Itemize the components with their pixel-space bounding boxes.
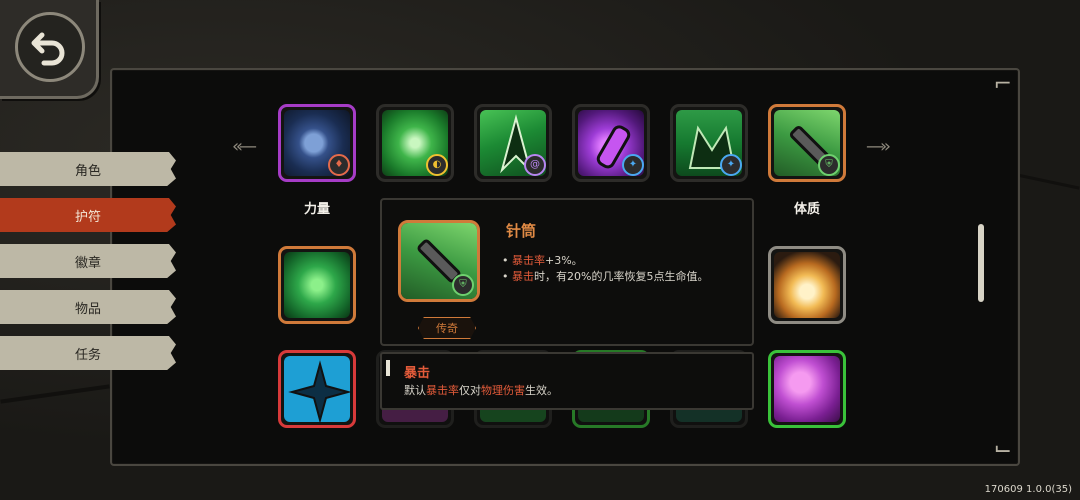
keyword-description: 默认暴击率仅对物理伤害生效。 [404, 382, 558, 398]
back-button[interactable] [0, 0, 99, 99]
amulet-slot-intellect[interactable]: @ [474, 104, 552, 182]
amulet-slot-perception[interactable]: ✦ [572, 104, 650, 182]
effect-line: • 暴击时，有20%的几率恢复5点生命值。 [502, 268, 708, 284]
tab-label: 徽章 [74, 255, 101, 271]
amulet-slot[interactable] [768, 246, 846, 324]
text: 默认 [404, 384, 426, 397]
syringe-icon: ⛨ [398, 220, 480, 302]
slot-label-strength: 力量 [303, 202, 330, 217]
amulet-slot[interactable] [278, 350, 356, 428]
sparkle-gem-icon: ✦ [720, 154, 742, 176]
keyword-title: 暴击 [404, 366, 431, 381]
purple-veins-icon [774, 356, 840, 422]
back-arrow-icon [15, 12, 85, 82]
amulet-tooltip: ⛨ 传奇 针筒 • 暴击率+3%。 • 暴击时，有20%的几率恢复5点生命值。 [380, 198, 754, 346]
tab-amulets[interactable]: 护符 [0, 198, 176, 232]
tab-items[interactable]: 物品 [0, 290, 176, 324]
amulet-slot-strength[interactable]: ♦ [278, 104, 356, 182]
tab-label: 角色 [74, 163, 101, 179]
keyword-crit[interactable]: 暴击 [512, 270, 534, 283]
moon-gem-icon: ◐ [426, 154, 448, 176]
shield-gem-icon: ⛨ [452, 274, 474, 296]
tab-label: 护符 [74, 209, 101, 225]
tab-label: 物品 [74, 301, 101, 317]
effect-text: +3%。 [545, 254, 583, 267]
amulet-slot-agility[interactable]: ◐ [376, 104, 454, 182]
text: 仅对 [459, 384, 481, 397]
swirl-gem-icon: @ [524, 154, 546, 176]
fire-gem-icon: ♦ [328, 154, 350, 176]
ornament-corner-icon: ⌐ [993, 72, 1012, 97]
double-chevron-left-icon[interactable]: «— [232, 136, 257, 157]
keyword-tooltip: 暴击 默认暴击率仅对物理伤害生效。 [380, 352, 754, 410]
effect-line: • 暴击率+3%。 [502, 252, 583, 268]
tab-badges[interactable]: 徽章 [0, 244, 176, 278]
tab-character[interactable]: 角色 [0, 152, 176, 186]
keyword-marker [386, 360, 390, 376]
keyword-physical-damage: 物理伤害 [481, 384, 525, 397]
effect-text: 时，有20%的几率恢复5点生命值。 [534, 270, 709, 283]
text: 生效。 [525, 384, 558, 397]
tab-label: 任务 [74, 347, 101, 363]
shield-gem-icon: ⛨ [818, 154, 840, 176]
version-label: 170609 1.0.0(35) [984, 484, 1072, 495]
keyword-crit-rate[interactable]: 暴击率 [512, 254, 545, 267]
scrollbar[interactable] [978, 224, 984, 302]
tab-quests[interactable]: 任务 [0, 336, 176, 370]
sparkle-gem-icon: ✦ [622, 154, 644, 176]
bullet: • [502, 270, 512, 283]
amulet-slot-constitution[interactable]: ⛨ [768, 104, 846, 182]
rarity-badge: 传奇 [418, 317, 476, 339]
amulet-slot[interactable] [768, 350, 846, 428]
sun-rise-icon [774, 252, 840, 318]
amulet-name: 针筒 [506, 222, 537, 240]
slot-label-constitution: 体质 [793, 202, 820, 217]
amulet-slot[interactable] [278, 246, 356, 324]
keyword-crit-rate: 暴击率 [426, 384, 459, 397]
ornament-corner-icon: ⌙ [993, 436, 1012, 461]
green-swirl-icon [284, 252, 350, 318]
amulet-slot-perception-2[interactable]: ✦ [670, 104, 748, 182]
double-chevron-right-icon[interactable]: —» [866, 136, 891, 157]
blue-star-icon [284, 356, 352, 424]
bullet: • [502, 254, 512, 267]
